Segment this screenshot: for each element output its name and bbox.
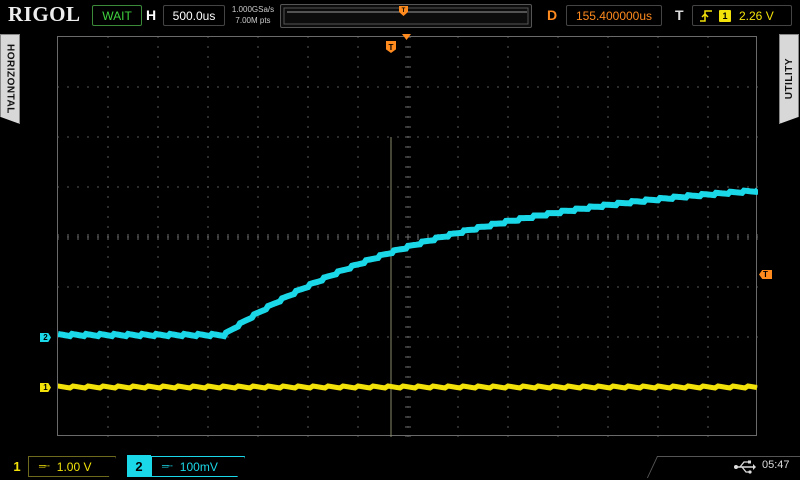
ch2-scale: 100mV (179, 459, 218, 474)
rising-edge-icon (700, 9, 712, 22)
waveform-display (57, 36, 758, 437)
clock: 05:47 (762, 459, 790, 471)
sample-rate: 1.000GSa/s (231, 5, 275, 14)
svg-text:T: T (402, 8, 406, 14)
trigger-label: T (675, 7, 684, 23)
ch1-trace (58, 383, 758, 391)
ch1-settings[interactable]: ═╌ 1.00 V (28, 456, 116, 477)
top-status-bar: RIGOL WAIT H 500.0us 1.000GSa/s 7.00M pt… (0, 0, 800, 32)
utility-tab-label: UTILITY (783, 58, 795, 100)
memory-depth: 7.00M pts (235, 16, 271, 25)
ch2-trace (58, 187, 758, 340)
dc-coupling-icon: ═╌ (162, 461, 173, 471)
memory-waveform-icon: T (283, 6, 529, 25)
ch2-number[interactable]: 2 (127, 455, 151, 477)
waveform-traces (58, 137, 758, 437)
horizontal-menu-tab[interactable]: HORIZONTAL (0, 34, 20, 124)
usb-icon (734, 460, 756, 474)
horizontal-label: H (146, 7, 157, 23)
timebase-value[interactable]: 500.0us (163, 5, 225, 26)
sample-info: 1.000GSa/s 7.00M pts (229, 4, 277, 26)
horizontal-tab-label: HORIZONTAL (4, 44, 16, 114)
trigger-level: 2.26 V (739, 8, 774, 23)
dc-coupling-icon: ═╌ (39, 461, 50, 471)
utility-menu-tab[interactable]: UTILITY (779, 34, 799, 124)
ch1-offset-marker[interactable]: 1 (40, 383, 51, 392)
trigger-settings[interactable]: 1 2.26 V (692, 5, 792, 26)
ch1-number[interactable]: 1 (7, 455, 27, 477)
ch2-offset-marker[interactable]: 2 (40, 333, 51, 342)
ch2-settings[interactable]: ═╌ 100mV (151, 456, 245, 477)
delay-value[interactable]: 155.400000us (566, 5, 662, 26)
memory-position-bar[interactable]: T (280, 4, 532, 28)
ch1-scale: 1.00 V (56, 459, 92, 474)
trigger-source-badge: 1 (719, 9, 731, 22)
delay-label: D (547, 7, 558, 23)
brand-logo: RIGOL (8, 2, 81, 26)
acquisition-status: WAIT (92, 5, 142, 26)
trigger-level-marker[interactable]: T (759, 270, 772, 279)
channel-status-bar: 1 ═╌ 1.00 V 2 ═╌ 100mV 05:47 (0, 452, 800, 480)
